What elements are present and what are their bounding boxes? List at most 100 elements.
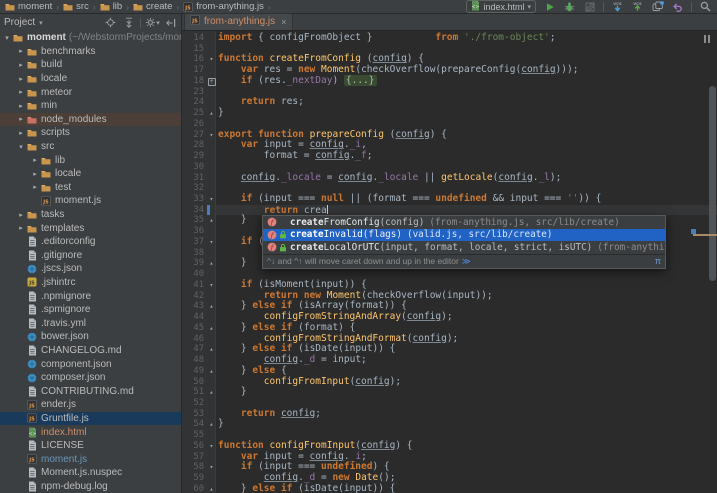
- tree-item-moment-js-nuspec[interactable]: Moment.js.nuspec: [0, 466, 181, 480]
- line-number[interactable]: 55: [182, 430, 207, 441]
- tree-item-contributing-md[interactable]: CONTRIBUTING.md: [0, 384, 181, 398]
- code-line-50[interactable]: 50 configFromInput(config);: [182, 376, 717, 388]
- expand-arrow-icon[interactable]: ▸: [30, 183, 40, 191]
- line-number[interactable]: 54: [182, 419, 207, 430]
- tree-item-moment[interactable]: ▾ moment (~/WebstormProjects/mom: [0, 31, 181, 45]
- expand-arrow-icon[interactable]: ▸: [16, 75, 26, 83]
- line-number[interactable]: 52: [182, 398, 207, 409]
- line-number[interactable]: 57: [182, 452, 207, 463]
- breadcrumb-src[interactable]: src: [63, 1, 89, 12]
- locate-button[interactable]: [104, 17, 117, 29]
- undo-button[interactable]: [671, 1, 684, 13]
- settings-button[interactable]: ▾: [146, 17, 160, 29]
- expand-arrow-icon[interactable]: ▾: [2, 34, 12, 42]
- line-number[interactable]: 35: [182, 215, 207, 226]
- changes-button[interactable]: [651, 1, 664, 13]
- line-number[interactable]: 45: [182, 323, 207, 334]
- code-line-31[interactable]: 31 config._locale = config._locale || ge…: [182, 172, 717, 184]
- completion-item-createfromconfig[interactable]: f createFromConfig (config) (from-anything.…: [263, 216, 665, 229]
- code-line-18[interactable]: 18 + if (res._nextDay) {...}: [182, 74, 717, 87]
- tree-item--jscs-json[interactable]: .jscs.json: [0, 262, 181, 276]
- fold-marker-icon[interactable]: ▾: [207, 130, 216, 141]
- tree-item-composer-json[interactable]: composer.json: [0, 371, 181, 385]
- fold-marker-icon[interactable]: ▴: [207, 258, 216, 269]
- breadcrumb-create[interactable]: create: [133, 1, 172, 12]
- fold-marker-icon[interactable]: ▴: [207, 387, 216, 398]
- line-number[interactable]: 28: [182, 140, 207, 151]
- fold-marker-icon[interactable]: ▴: [207, 323, 216, 334]
- tree-item-ender-js[interactable]: JS ender.js: [0, 398, 181, 412]
- line-number[interactable]: 23: [182, 87, 207, 98]
- tree-item-license[interactable]: LICENSE: [0, 439, 181, 453]
- line-number[interactable]: 18: [182, 76, 207, 87]
- line-number[interactable]: 46: [182, 334, 207, 345]
- fold-marker-icon[interactable]: ▴: [207, 215, 216, 226]
- tree-item-locale[interactable]: ▸ locale: [0, 72, 181, 86]
- fold-marker-icon[interactable]: ▾: [207, 54, 216, 65]
- project-panel-title[interactable]: Project ▾: [4, 17, 43, 28]
- expand-arrow-icon[interactable]: ▸: [16, 224, 26, 232]
- completion-hint-link[interactable]: ≫: [462, 256, 471, 267]
- fold-marker-icon[interactable]: ▾: [207, 280, 216, 291]
- tree-item--travis-yml[interactable]: .travis.yml: [0, 316, 181, 330]
- line-number[interactable]: 17: [182, 65, 207, 76]
- fold-marker-icon[interactable]: ▴: [207, 484, 216, 493]
- line-number[interactable]: 53: [182, 409, 207, 420]
- inspection-indicator-icon[interactable]: [704, 35, 710, 43]
- fold-marker-icon[interactable]: +: [207, 76, 216, 87]
- vcs-commit-button[interactable]: VCS: [631, 1, 644, 13]
- code-line-60[interactable]: 60 ▴ } else if (isDate(input)) {: [182, 483, 717, 493]
- line-number[interactable]: 30: [182, 162, 207, 173]
- line-number[interactable]: 41: [182, 280, 207, 291]
- line-number[interactable]: 33: [182, 194, 207, 205]
- fold-marker-icon[interactable]: ▴: [207, 301, 216, 312]
- hide-button[interactable]: [164, 17, 177, 29]
- code-line-24[interactable]: 24 return res;: [182, 97, 717, 108]
- line-number[interactable]: 42: [182, 291, 207, 302]
- close-icon[interactable]: ×: [281, 17, 286, 27]
- line-number[interactable]: 49: [182, 366, 207, 377]
- line-number[interactable]: 50: [182, 377, 207, 388]
- tree-item-changelog-md[interactable]: CHANGELOG.md: [0, 344, 181, 358]
- line-number[interactable]: 56: [182, 441, 207, 452]
- breadcrumb-from-anything-js[interactable]: JS from-anything.js: [183, 1, 264, 12]
- breadcrumb-moment[interactable]: moment: [5, 1, 52, 12]
- tree-item-node-modules[interactable]: ▸ node_modules: [0, 112, 181, 127]
- line-number[interactable]: 16: [182, 54, 207, 65]
- tree-item--editorconfig[interactable]: .editorconfig: [0, 235, 181, 249]
- collapse-all-button[interactable]: [122, 17, 135, 29]
- tree-item-component-json[interactable]: component.json: [0, 357, 181, 371]
- tree-item-moment-js[interactable]: JS moment.js: [0, 194, 181, 208]
- coverage-button[interactable]: [583, 1, 596, 13]
- code-line-25[interactable]: 25 ▴}: [182, 107, 717, 119]
- fold-marker-icon[interactable]: ▴: [207, 366, 216, 377]
- code-editor[interactable]: 14 import { configFromObject } from './fr…: [182, 31, 717, 493]
- fold-marker-icon[interactable]: ▾: [207, 194, 216, 205]
- tree-item-locale[interactable]: ▸ locale: [0, 167, 181, 181]
- expand-arrow-icon[interactable]: ▸: [16, 115, 26, 123]
- vcs-update-button[interactable]: VCS: [611, 1, 624, 13]
- code-line-33[interactable]: 33 ▾ if (input === null || (format === un…: [182, 193, 717, 205]
- run-config-select[interactable]: <> index.html ▾: [466, 0, 536, 13]
- fold-marker-icon[interactable]: ▴: [207, 344, 216, 355]
- editor-scrollbar[interactable]: [709, 86, 716, 281]
- line-number[interactable]: 32: [182, 183, 207, 194]
- tree-item-meteor[interactable]: ▸ meteor: [0, 85, 181, 99]
- search-button[interactable]: [699, 1, 712, 13]
- tree-item-scripts[interactable]: ▸ scripts: [0, 126, 181, 140]
- completion-item-createinvalid[interactable]: f createInvalid (flags) (valid.js, src/lib/…: [263, 228, 665, 242]
- code-line-54[interactable]: 54 ▴}: [182, 419, 717, 430]
- line-number[interactable]: 26: [182, 119, 207, 130]
- expand-arrow-icon[interactable]: ▸: [16, 211, 26, 219]
- line-number[interactable]: 44: [182, 312, 207, 323]
- code-line-34[interactable]: 34 return crea: [182, 204, 717, 217]
- line-number[interactable]: 58: [182, 462, 207, 473]
- tree-item-benchmarks[interactable]: ▸ benchmarks: [0, 45, 181, 59]
- tree-item-index-html[interactable]: <> index.html: [0, 425, 181, 439]
- line-number[interactable]: 47: [182, 344, 207, 355]
- line-number[interactable]: 29: [182, 151, 207, 162]
- tree-item-npm-debug-log[interactable]: npm-debug.log: [0, 480, 181, 493]
- tree-item--jshintrc[interactable]: JS .jshintrc: [0, 276, 181, 290]
- debug-button[interactable]: [563, 1, 576, 13]
- line-number[interactable]: 15: [182, 44, 207, 55]
